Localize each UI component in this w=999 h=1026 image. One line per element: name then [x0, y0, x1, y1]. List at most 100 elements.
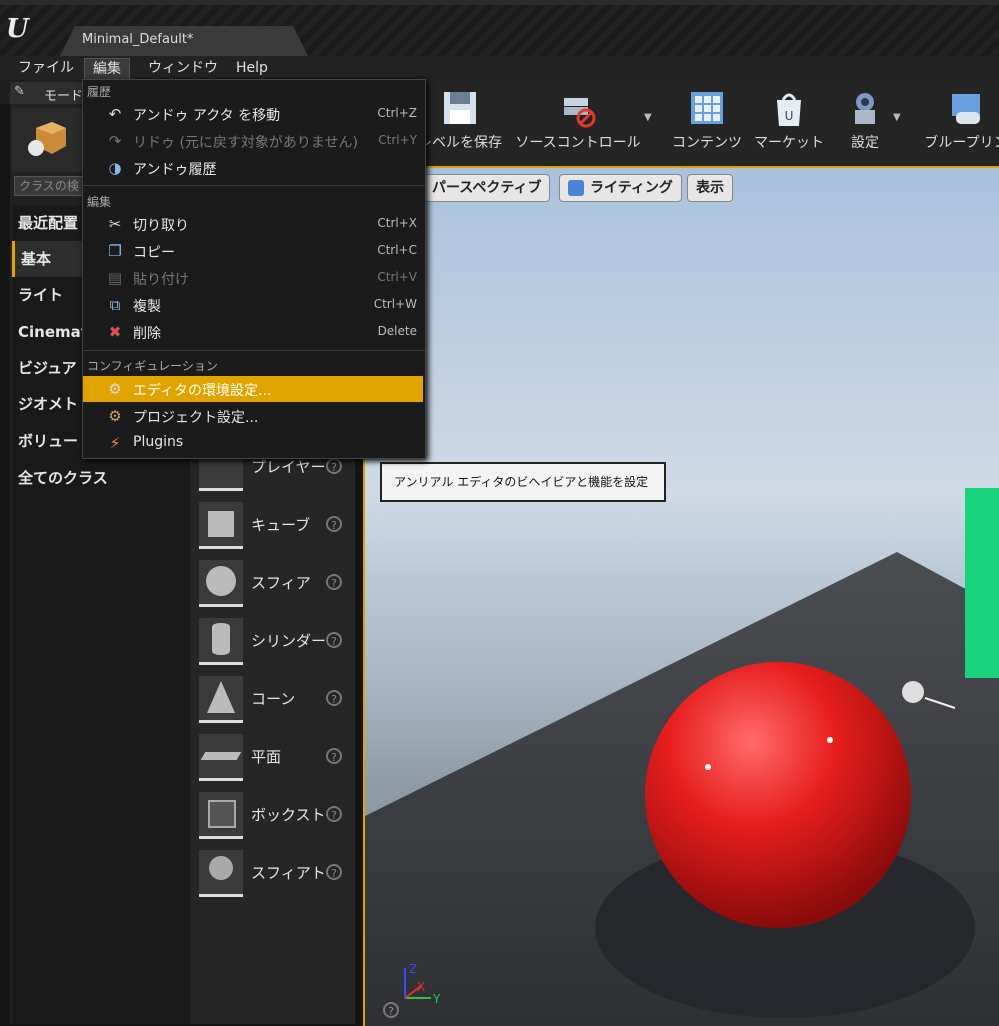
item-label: 平面 [251, 748, 282, 766]
menu-item-project-settings[interactable]: ⚙ プロジェクト設定... [83, 403, 423, 429]
show-label: 表示 [696, 180, 724, 196]
item-label: ボックスト [251, 806, 326, 824]
cut-icon: ✂ [108, 215, 122, 233]
unreal-logo-icon: U [6, 14, 29, 44]
section-edit: 編集 [87, 195, 112, 209]
menu-item-paste[interactable]: ▤ 貼り付け Ctrl+V [83, 265, 423, 291]
list-item[interactable]: キューブ ? [190, 498, 355, 556]
menu-bar: ファイル 編集 ウィンドウ Help [0, 56, 999, 81]
item-label: スフィアト [251, 864, 326, 882]
edit-menu-dropdown: 履歴 ↶ アンドゥ アクタ を移動 Ctrl+Z ↷ リドゥ (元に戻す対象があ… [82, 79, 426, 459]
list-item[interactable]: シリンダー ? [190, 614, 355, 672]
editor-preferences-icon: ⚙ [108, 380, 122, 398]
item-label: コーン [251, 690, 296, 708]
content-button[interactable]: コンテンツ [667, 80, 747, 166]
menu-item-editor-preferences[interactable]: ⚙ エディタの環境設定... [83, 376, 423, 402]
place-mode-icon [28, 122, 66, 156]
menu-item-redo[interactable]: ↷ リドゥ (元に戻す対象がありません) Ctrl+Y [83, 128, 423, 154]
marketplace-button[interactable]: U マーケット [751, 80, 827, 166]
modes-tab[interactable]: ✎ モード [10, 82, 90, 104]
help-icon[interactable]: ? [326, 806, 342, 822]
content-browser-icon [691, 92, 723, 124]
item-label: キューブ [251, 516, 311, 534]
help-icon[interactable]: ? [326, 458, 342, 474]
settings-label: 設定 [851, 135, 879, 151]
settings-button[interactable]: 設定 [835, 80, 895, 166]
settings-icon [855, 93, 875, 124]
level-viewport[interactable]: Z X Y ? パースペクティブ ライティング 表示 [363, 166, 999, 1026]
list-item[interactable]: スフィアト ? [190, 846, 355, 904]
help-icon[interactable]: ? [326, 516, 342, 532]
menu-item-duplicate[interactable]: ⧉ 複製 Ctrl+W [83, 292, 423, 318]
help-icon[interactable]: ? [326, 864, 342, 880]
duplicate-icon: ⧉ [109, 296, 121, 314]
help-icon[interactable]: ? [326, 748, 342, 764]
top-strip [0, 0, 999, 5]
redo-icon: ↷ [108, 132, 122, 150]
marketplace-label: マーケット [754, 135, 824, 151]
lighting-cube-icon [568, 180, 584, 196]
settings-dropdown-icon[interactable]: ▼ [893, 112, 901, 123]
source-control-dropdown-icon[interactable]: ▼ [644, 112, 652, 123]
save-icon [444, 92, 476, 124]
viewport-scene [365, 488, 999, 1026]
source-control-icon [564, 98, 596, 128]
item-label: シリンダー [251, 632, 327, 650]
menu-item-delete[interactable]: ✖ 削除 Delete [83, 319, 423, 345]
axis-y-label: Y [433, 992, 441, 1006]
viewport-show-button[interactable]: 表示 [687, 174, 733, 202]
blueprint-icon [952, 94, 980, 124]
plane-icon [199, 734, 243, 781]
menu-item-cut[interactable]: ✂ 切り取り Ctrl+X [83, 211, 423, 237]
menu-item-plugins[interactable]: ⚡ Plugins [83, 430, 423, 456]
help-icon[interactable]: ? [326, 632, 342, 648]
menu-window[interactable]: ウィンドウ [140, 58, 226, 78]
place-mode-button[interactable] [12, 108, 82, 172]
menu-item-undo[interactable]: ↶ アンドゥ アクタ を移動 Ctrl+Z [83, 101, 423, 127]
cube-icon [199, 502, 243, 549]
blueprint-button[interactable]: ブループリン [921, 80, 999, 166]
modes-icon: ✎ [14, 84, 25, 99]
list-item[interactable]: スフィア ? [190, 556, 355, 614]
menu-edit[interactable]: 編集 [84, 58, 130, 80]
project-settings-icon: ⚙ [108, 407, 122, 425]
undo-icon: ↶ [108, 105, 122, 123]
modes-tab-label: モード [44, 89, 84, 104]
content-label: コンテンツ [672, 135, 742, 151]
viewport-help-icon[interactable]: ? [383, 1002, 399, 1018]
list-item[interactable]: ボックスト ? [190, 788, 355, 846]
plugins-icon: ⚡ [109, 434, 121, 452]
axis-x-label: X [417, 980, 426, 994]
category-all-classes[interactable]: 全てのクラス [12, 460, 190, 496]
save-level-button[interactable]: レベルを保存 [415, 80, 505, 166]
menu-separator [83, 350, 425, 351]
menu-help[interactable]: Help [228, 58, 276, 78]
toolbar: レベルを保存 ソースコントロール ▼ コンテンツ U マーケット 設定 ▼ ブル… [355, 80, 999, 166]
document-tab[interactable]: Minimal_Default* [60, 26, 308, 56]
axis-z-label: Z [409, 962, 418, 976]
blueprint-label: ブループリン [924, 135, 999, 151]
copy-icon: ❐ [108, 242, 122, 260]
placeable-item-list: プレイヤー ? キューブ ? スフィア ? シリンダー ? コーン ? 平面 ?… [190, 440, 355, 1024]
sphere-icon [199, 560, 243, 607]
class-search-input[interactable]: クラスの検 [14, 176, 84, 196]
cone-icon [199, 676, 243, 723]
list-item[interactable]: 平面 ? [190, 730, 355, 788]
cylinder-icon [199, 618, 243, 665]
item-label: スフィア [251, 574, 311, 592]
menu-item-copy[interactable]: ❐ コピー Ctrl+C [83, 238, 423, 264]
help-icon[interactable]: ? [326, 690, 342, 706]
sun-light-icon[interactable] [902, 681, 924, 703]
menu-file[interactable]: ファイル [10, 58, 82, 78]
viewport-lighting-button[interactable]: ライティング [559, 174, 682, 202]
box-trigger-icon [199, 792, 243, 839]
menu-separator [83, 185, 425, 186]
viewport-perspective-button[interactable]: パースペクティブ [423, 174, 551, 202]
section-history: 履歴 [87, 85, 112, 99]
list-item[interactable]: コーン ? [190, 672, 355, 730]
tooltip: アンリアル エディタのビヘイビアと機能を設定 [380, 462, 666, 502]
paste-icon: ▤ [107, 269, 123, 287]
help-icon[interactable]: ? [326, 574, 342, 590]
menu-item-undo-history[interactable]: ◑ アンドゥ履歴 [83, 155, 423, 181]
source-control-button[interactable]: ソースコントロール [513, 80, 643, 166]
